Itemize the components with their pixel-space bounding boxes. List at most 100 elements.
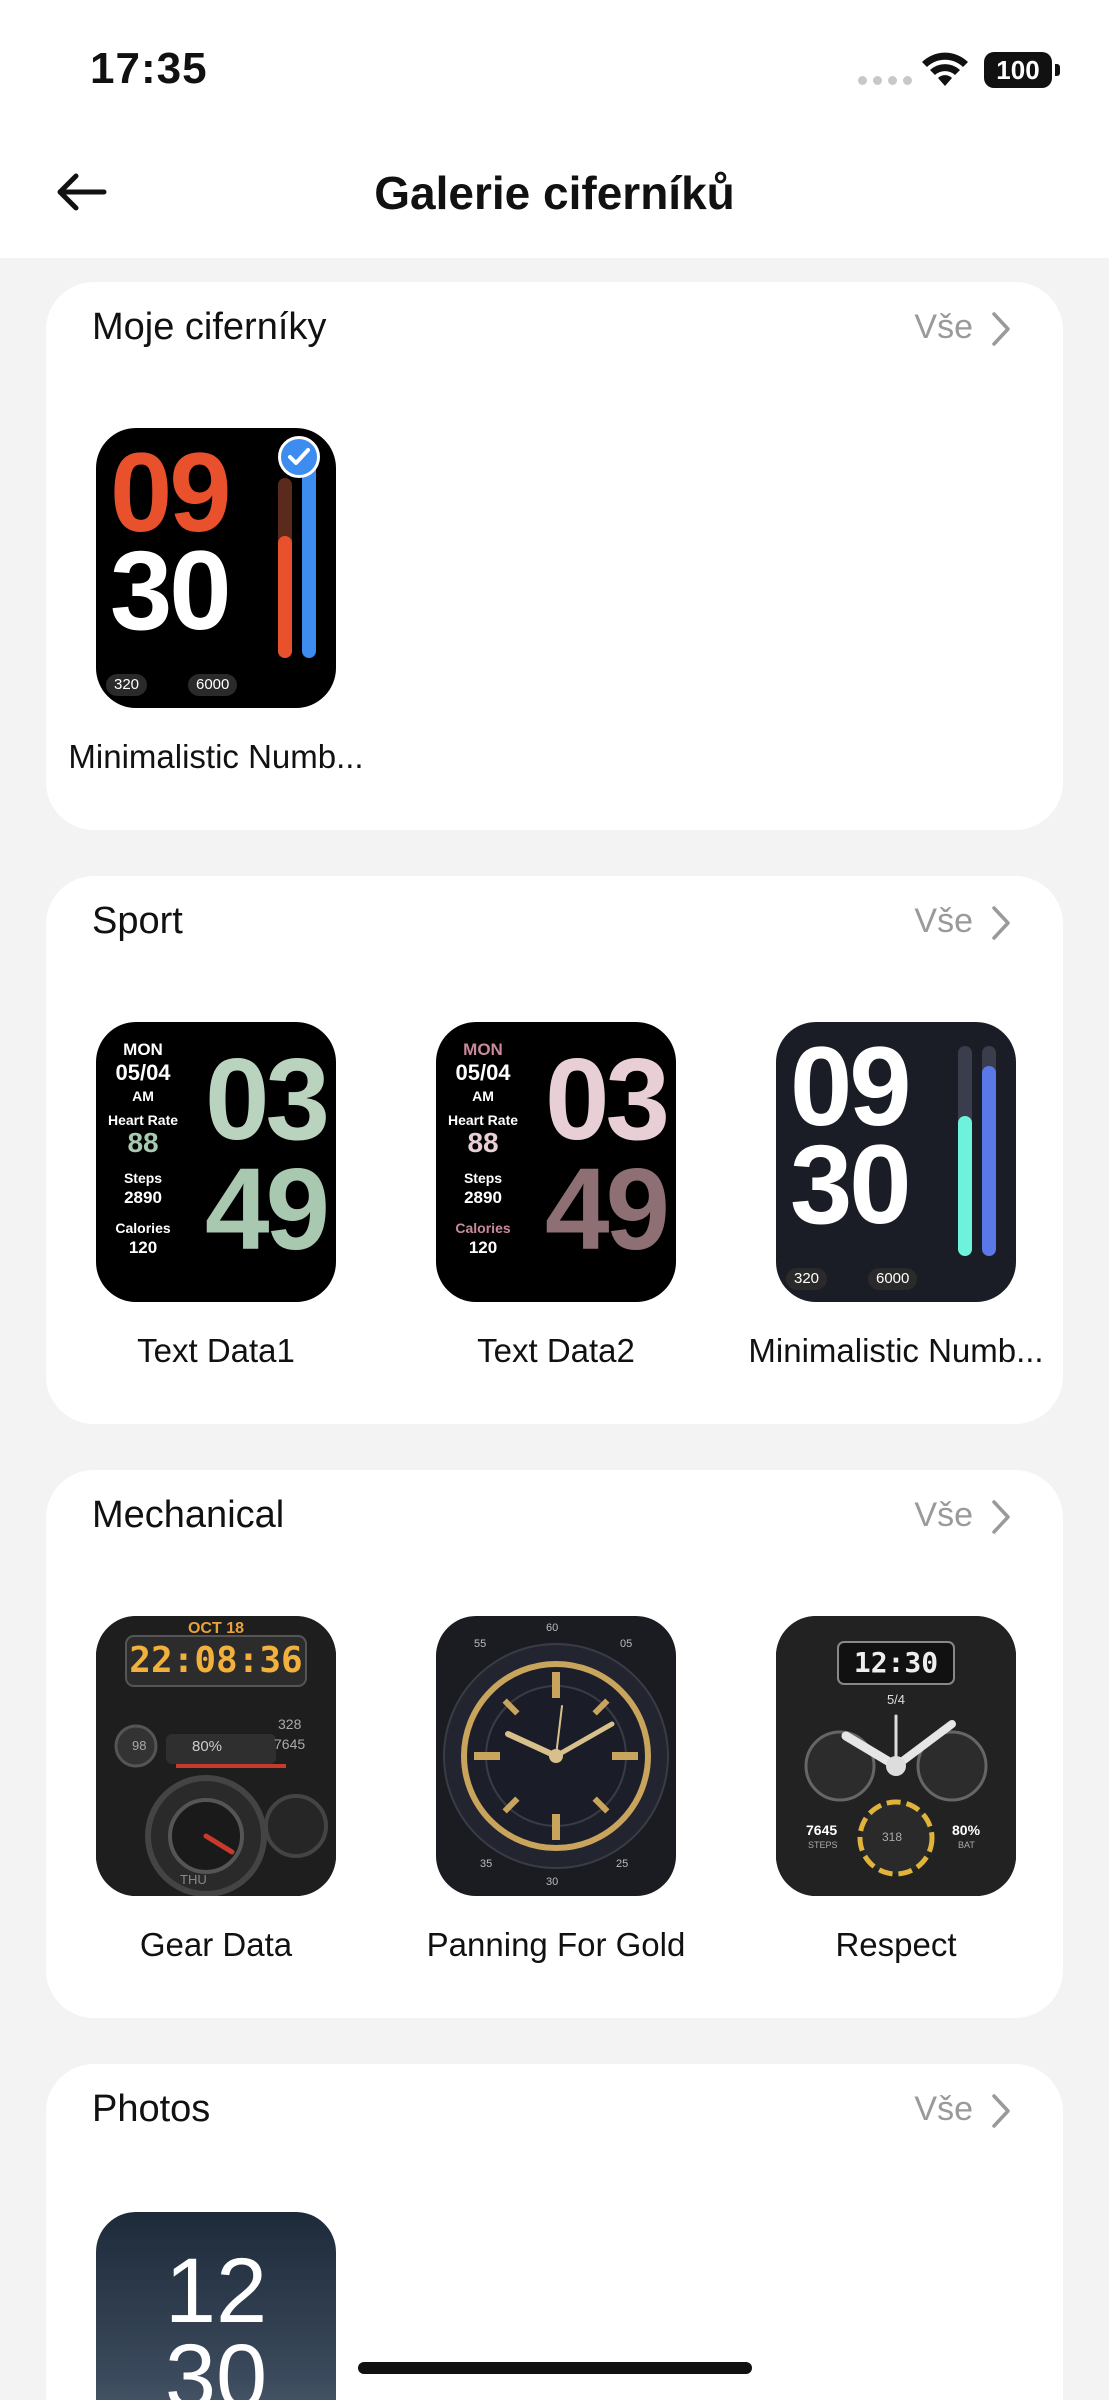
- watch-face-thumbnail: MON 05/04 AM Heart Rate 88 Steps 2890 Ca…: [436, 1022, 676, 1302]
- see-all-link[interactable]: Vše: [914, 308, 1011, 347]
- face-time: 22:08:36: [129, 1640, 303, 1681]
- face-battery-label: BAT: [958, 1840, 975, 1850]
- watch-face-item[interactable]: OCT 18 22:08:36 80% 328 7645 98 THU Gear…: [46, 1616, 386, 1964]
- face-date: OCT 18: [187, 1620, 244, 1637]
- watch-face-name: Minimalistic Numb...: [68, 738, 364, 775]
- face-steps: 2890: [464, 1188, 502, 1207]
- top-bar: 17:35 100 Galerie ciferníků: [0, 0, 1109, 258]
- face-steps-label: STEPS: [808, 1840, 838, 1850]
- see-all-link[interactable]: Vše: [914, 2090, 1011, 2129]
- watch-face-item[interactable]: MON 05/04 AM Heart Rate 88 Steps 2890 Ca…: [46, 1022, 386, 1370]
- chevron-right-icon: [992, 2093, 1010, 2128]
- watch-face-item[interactable]: MON 05/04 AM Heart Rate 88 Steps 2890 Ca…: [386, 1022, 726, 1370]
- face-percent: 80%: [192, 1738, 223, 1755]
- face-cal: 120: [128, 1238, 158, 1257]
- see-all-label: Vše: [914, 1496, 973, 1534]
- face-mark-30: 30: [546, 1876, 559, 1888]
- watch-face-thumbnail: 12 30: [96, 2212, 336, 2400]
- chevron-right-icon: [992, 311, 1010, 346]
- face-minute: 30: [164, 2326, 268, 2400]
- watch-face-name: Panning For Gold: [426, 1926, 686, 1963]
- section-title: Sport: [92, 900, 183, 942]
- face-hr: 88: [467, 1127, 499, 1158]
- watch-face-item[interactable]: 09 30 320 6000 Minimalistic Numb...: [46, 428, 386, 776]
- cellular-signal-icon: [858, 76, 912, 85]
- watch-face-thumbnail: MON 05/04 AM Heart Rate 88 Steps 2890 Ca…: [96, 1022, 336, 1302]
- battery-indicator: 100: [984, 52, 1060, 88]
- face-ampm: AM: [132, 1088, 154, 1104]
- face-day: MON: [123, 1040, 163, 1059]
- face-value-b: 7645: [274, 1736, 306, 1752]
- face-steps: 7645: [806, 1822, 838, 1838]
- face-hour: 12: [164, 2240, 268, 2342]
- face-cal: 120: [468, 1238, 498, 1257]
- section-mechanical: Mechanical Vše OCT 18 22:08:36 80% 328 7…: [46, 1470, 1063, 2018]
- see-all-label: Vše: [914, 308, 973, 346]
- page-title: Galerie ciferníků: [374, 167, 735, 219]
- section-my-faces: Moje ciferníky Vše 09 30 320 6000 Minima…: [46, 282, 1063, 830]
- face-steps-label: Steps: [123, 1170, 163, 1186]
- calories-pill: 320: [786, 1268, 828, 1290]
- section-title: Mechanical: [92, 1494, 285, 1536]
- face-value-a: 328: [278, 1716, 302, 1732]
- steps-pill: 6000: [868, 1268, 918, 1290]
- gold-face-graphic: [443, 1643, 669, 1869]
- watch-face-name: Minimalistic Numb...: [748, 1332, 1044, 1369]
- watch-face-name: Gear Data: [139, 1926, 293, 1963]
- face-value-c: 98: [132, 1738, 147, 1753]
- section-title: Moje ciferníky: [92, 306, 327, 348]
- see-all-label: Vše: [914, 2090, 973, 2128]
- watch-face-name: Text Data1: [137, 1332, 295, 1369]
- section-sport: Sport Vše MON 05/04 AM Heart Rate 88 Ste…: [46, 876, 1063, 1424]
- face-date: 05/04: [455, 1060, 511, 1085]
- watch-face-thumbnail: 09 30 320 6000: [96, 428, 336, 708]
- see-all-link[interactable]: Vše: [914, 902, 1011, 941]
- face-battery: 80%: [952, 1822, 981, 1838]
- face-ampm: AM: [472, 1088, 494, 1104]
- watch-face-name: Text Data2: [477, 1332, 635, 1369]
- watch-face-thumbnail: 12:30 5/4 7645 STEPS 80% BAT 318: [776, 1616, 1016, 1896]
- face-date: 5/4: [886, 1692, 906, 1707]
- section-photos: Photos Vše 12 30: [46, 2064, 1063, 2400]
- face-mark-05: 05: [620, 1638, 633, 1650]
- face-day: MON: [463, 1040, 503, 1059]
- chevron-right-icon: [992, 905, 1010, 940]
- steps-pill: 6000: [188, 674, 238, 696]
- watch-face-item[interactable]: 09 30 320 6000 Minimalistic Numb...: [726, 1022, 1066, 1370]
- face-minute: 30: [110, 528, 232, 653]
- face-cal-label: Calories: [115, 1220, 171, 1236]
- face-time: 12:30: [853, 1646, 939, 1679]
- watch-face-thumbnail: OCT 18 22:08:36 80% 328 7645 98 THU: [96, 1616, 336, 1896]
- face-mid-value: 318: [882, 1830, 903, 1844]
- watch-face-name: Respect: [835, 1926, 957, 1963]
- watch-face-item[interactable]: 12:30 5/4 7645 STEPS 80% BAT 318 Respect: [726, 1616, 1066, 1964]
- section-title: Photos: [92, 2088, 211, 2130]
- home-indicator: [358, 2362, 752, 2374]
- face-steps: 2890: [124, 1188, 162, 1207]
- see-all-link[interactable]: Vše: [914, 1496, 1011, 1535]
- status-time: 17:35: [90, 44, 208, 93]
- watch-face-item[interactable]: 60 05 55 30 35 25 Panning For Gold: [386, 1616, 726, 1964]
- face-hour: 03: [204, 1034, 330, 1164]
- face-mark-60: 60: [546, 1622, 559, 1634]
- face-steps-label: Steps: [463, 1170, 503, 1186]
- face-date: 05/04: [115, 1060, 171, 1085]
- watch-face-thumbnail: 60 05 55 30 35 25: [436, 1616, 676, 1896]
- face-mark-35: 35: [480, 1858, 493, 1870]
- watch-face-thumbnail: 09 30 320 6000: [776, 1022, 1016, 1302]
- see-all-label: Vše: [914, 902, 973, 940]
- watch-face-item[interactable]: 12 30: [46, 2212, 386, 2400]
- chevron-right-icon: [992, 1499, 1010, 1534]
- face-hr: 88: [127, 1127, 159, 1158]
- face-mark-55: 55: [474, 1638, 487, 1650]
- face-cal-label: Calories: [455, 1220, 511, 1236]
- face-day: THU: [180, 1872, 207, 1887]
- face-hour: 03: [544, 1034, 670, 1164]
- calories-pill: 320: [106, 674, 148, 696]
- selected-check-icon: [278, 436, 320, 478]
- face-minute: 30: [790, 1122, 912, 1247]
- face-minute: 49: [544, 1144, 670, 1274]
- wifi-icon: [922, 52, 968, 86]
- face-minute: 49: [204, 1144, 330, 1274]
- face-mark-25: 25: [616, 1858, 629, 1870]
